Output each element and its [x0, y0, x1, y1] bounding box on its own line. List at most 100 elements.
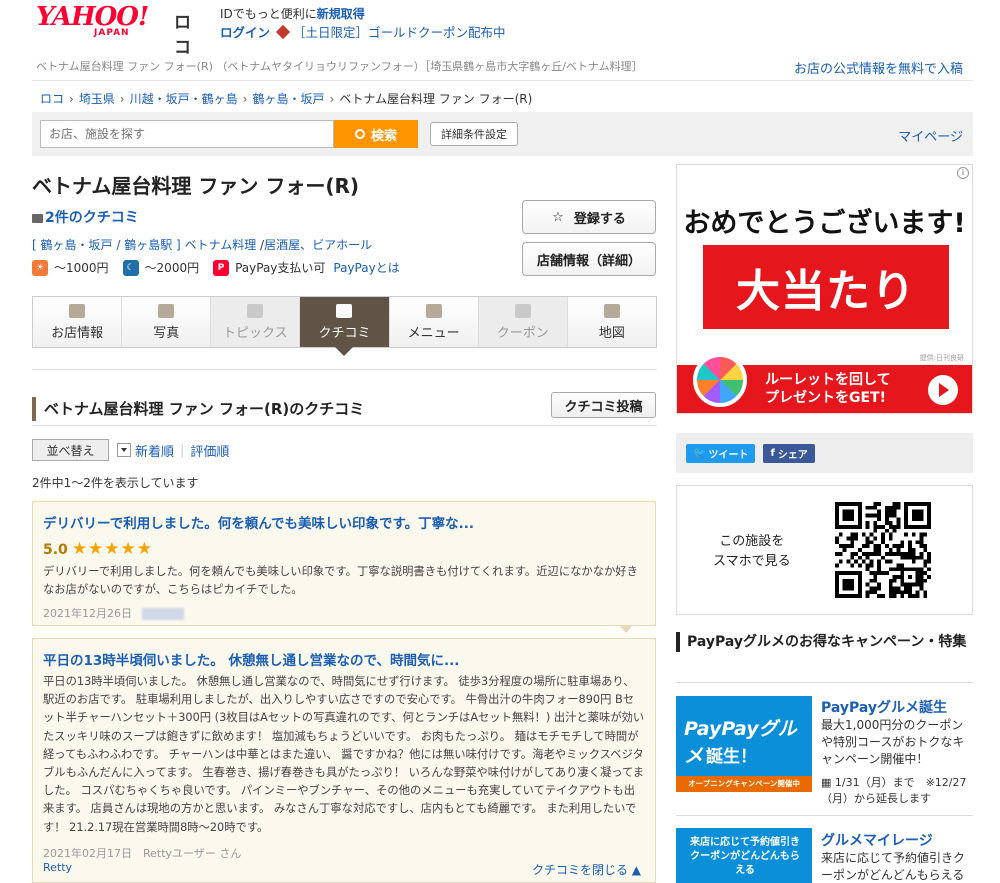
sort-button[interactable]: 並べ替え	[32, 439, 109, 461]
twitter-bird-icon: 🐦	[693, 447, 706, 459]
review-body: デリバリーで利用しました。何を頼んでも美味しい印象です。丁寧な説明書きも付けてく…	[43, 565, 638, 597]
paypay-label: PayPay支払い可	[235, 261, 326, 275]
paypay-banner-subtitle: 誕生！	[706, 747, 757, 767]
tab-label: 写真	[153, 325, 180, 341]
sort-rating-link[interactable]: 評価順	[190, 441, 229, 460]
tab-topics: トピックス	[211, 297, 301, 347]
detail-conditions-button[interactable]: 詳細条件設定	[430, 122, 518, 146]
review-meta: 2021年12月26日	[43, 605, 645, 621]
ad-cta-line2: プレゼントをGET!	[765, 390, 886, 406]
tab-photos[interactable]: 写真	[122, 297, 212, 347]
genre-link-izakaya[interactable]: 居酒屋、ビアホール	[264, 238, 372, 252]
breadcrumb-separator: ›	[119, 92, 125, 106]
tab-shop-info[interactable]: お店情報	[33, 297, 123, 347]
gourmet-mileage-banner[interactable]: 来店に応じて予約値引きクーポンがどんどんもらえる	[676, 828, 812, 883]
mypage-link[interactable]: マイページ	[898, 126, 963, 145]
comment-icon	[32, 213, 43, 223]
review-date: 2021年12月26日	[43, 607, 132, 621]
breadcrumb-separator: ›	[69, 92, 74, 106]
qr-code-panel: この施設を スマホで見る	[676, 485, 973, 615]
divider	[32, 80, 973, 81]
advertisement[interactable]: i おめでとうございます! 大当たり 提供:日刊良研 ルーレットを回して プレゼン…	[676, 164, 973, 414]
search-button-label: 検索	[370, 128, 397, 144]
facebook-share-label: シェア	[777, 449, 808, 461]
signup-link[interactable]: 新規取得	[317, 7, 365, 21]
shop-info-detail-button[interactable]: 店舗情報（詳細）	[522, 242, 656, 276]
promo-title-link[interactable]: グルメマイレージ	[821, 830, 933, 850]
review-pointer-arrow	[619, 625, 633, 633]
ad-info-icon[interactable]: i	[957, 167, 969, 179]
service-name: ロコ	[174, 13, 191, 58]
id-promo-text: IDでもっと便利に	[220, 7, 317, 21]
breadcrumb-separator: ›	[329, 92, 335, 106]
star-rating-icon: ★★★★★	[71, 539, 154, 559]
breadcrumb-separator: ›	[242, 92, 248, 106]
area-bracket: ]	[176, 238, 181, 252]
login-row: ログイン ［土日限定］ゴールドクーポン配布中	[220, 22, 506, 41]
separator: |	[180, 442, 185, 458]
ad-jackpot-box: 大当たり	[703, 245, 949, 329]
area-link-tsurugashima-sakado[interactable]: 鶴ヶ島・坂戸	[41, 238, 113, 252]
qr-caption: この施設を スマホで見る	[713, 532, 791, 572]
sort-newest-link[interactable]: 新着順	[135, 441, 174, 460]
sort-dropdown-icon[interactable]	[117, 443, 131, 457]
price-row: ☀ ～1000円 ☾ ～2000円 P PayPay支払い可 PayPayとは	[32, 259, 400, 276]
tab-label: メニュー	[407, 325, 460, 341]
review-count-link[interactable]: 2件のクチコミ	[32, 207, 139, 227]
facebook-share-button[interactable]: f シェア	[763, 443, 815, 463]
tab-menu[interactable]: メニュー	[389, 297, 479, 347]
tab-coupon: クーポン	[478, 297, 568, 347]
play-icon[interactable]	[928, 375, 958, 405]
calendar-icon: ▦	[821, 776, 835, 789]
review-title-link[interactable]: 平日の13時半頃伺いました。 休憩無し通し営業なので、時間気に...	[43, 649, 645, 669]
ad-cta-text: ルーレットを回して プレゼントをGET!	[765, 371, 891, 407]
breadcrumb-subarea[interactable]: 鶴ヶ島・坂戸	[252, 92, 324, 106]
paypay-gourmet-banner[interactable]: PayPayグルメ 誕生！ オープニングキャンペーン開催中	[676, 696, 812, 792]
promo-period-text: 1/31（月）まで ※12/27（月）から延長します	[821, 776, 967, 805]
divider	[676, 682, 973, 683]
promo-description: 来店に応じて予約値引きクーポンがどんどんもらえる	[821, 851, 966, 882]
ad-headline: おめでとうございます!	[683, 208, 966, 239]
home-icon	[69, 303, 86, 318]
campaign-link[interactable]: ［土日限定］ゴールドクーポン配布中	[293, 25, 506, 40]
result-count: 2件中1～2件を表示しています	[32, 476, 199, 490]
search-input[interactable]	[40, 120, 334, 148]
review-source-link[interactable]: Retty	[43, 861, 72, 878]
post-review-button[interactable]: クチコミ投稿	[551, 392, 656, 418]
tab-reviews[interactable]: クチコミ	[300, 297, 390, 356]
comment-icon	[336, 303, 353, 318]
breadcrumb-area[interactable]: 川越・坂戸・鶴ヶ島	[130, 92, 238, 106]
breadcrumb-current: ベトナム屋台料理 ファン フォー(R)	[339, 92, 533, 106]
review-footer: Retty クチコミを閉じる ▲	[43, 861, 645, 878]
promo-title-link[interactable]: PayPayグルメ誕生	[821, 697, 947, 717]
review-score: 5.0	[43, 542, 68, 558]
login-link[interactable]: ログイン	[220, 25, 270, 40]
list-icon	[425, 303, 442, 318]
breadcrumb-loco[interactable]: ロコ	[40, 92, 64, 106]
area-separator: /	[112, 238, 125, 252]
genre-link-vietnamese[interactable]: ベトナム料理	[185, 238, 257, 252]
official-info-link[interactable]: お店の公式情報を無料で入稿	[794, 58, 963, 77]
breadcrumb-saitama[interactable]: 埼玉県	[79, 92, 115, 106]
review-meta: 2021年02月17日 Rettyユーザー さん	[43, 845, 645, 861]
lunch-price: ～1000円	[54, 261, 109, 275]
tab-label: トピックス	[223, 325, 288, 341]
station-link[interactable]: 鶴ヶ島駅	[124, 238, 172, 252]
review-title-link[interactable]: デリバリーで利用しました。何を頼んでも美味しい印象です。丁寧な...	[43, 512, 645, 532]
close-reviews-link[interactable]: クチコミを閉じる ▲	[532, 861, 641, 878]
tweet-label: ツイート	[708, 449, 749, 461]
yahoo-loco-logo[interactable]: YAHOO! JAPAN ロコ	[36, 4, 191, 58]
shop-subtitle: ベトナム屋台料理 ファン フォー(R) （ベトナムヤタイリョウリファンフォー）［…	[36, 60, 643, 73]
megaphone-icon	[247, 303, 264, 318]
search-button[interactable]: 検索	[334, 120, 418, 148]
shop-tabs: お店情報 写真 トピックス クチコミ メニュー クーポン 地図	[32, 296, 657, 356]
register-button[interactable]: ☆ 登録する	[522, 200, 656, 234]
tab-map[interactable]: 地図	[567, 297, 656, 347]
tweet-button[interactable]: 🐦 ツイート	[686, 443, 756, 463]
paypay-info-link[interactable]: PayPayとは	[333, 259, 399, 276]
promo-section-title: PayPayグルメのお得なキャンペーン・特集	[676, 632, 973, 652]
promo-description: 最大1,000円分のクーポンや特別コースがおトクなキャンペーン開催中！	[821, 718, 965, 766]
paypay-icon: P	[213, 259, 230, 276]
review-card: 平日の13時半頃伺いました。 休憩無し通し営業なので、時間気に... 平日の13…	[32, 638, 656, 883]
map-pin-icon	[603, 303, 620, 318]
